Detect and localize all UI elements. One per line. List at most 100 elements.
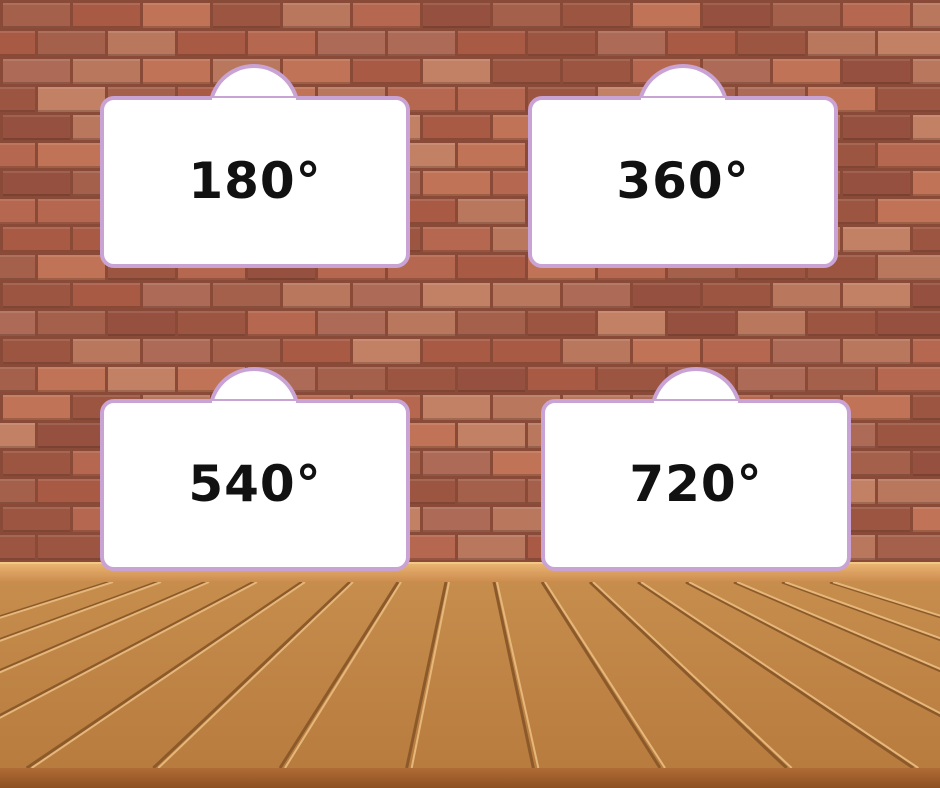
brick [668, 311, 735, 336]
brick [843, 227, 910, 252]
plank-seam [540, 582, 662, 768]
brick [563, 339, 630, 364]
brick [458, 479, 525, 504]
brick [423, 507, 490, 532]
brick [318, 31, 385, 56]
brick [633, 339, 700, 364]
brick [388, 311, 455, 336]
brick [423, 115, 490, 140]
brick [913, 171, 940, 196]
answer-option-4[interactable]: 720° [541, 367, 851, 571]
plank-seam [152, 582, 352, 768]
brick [353, 3, 420, 28]
brick [633, 3, 700, 28]
brick [423, 227, 490, 252]
brick [458, 199, 525, 224]
brick [458, 87, 525, 112]
brick [458, 423, 525, 448]
brick [738, 311, 805, 336]
plank-highlight [688, 582, 940, 715]
brick [633, 283, 700, 308]
plank-highlight [736, 582, 940, 670]
brick [423, 395, 490, 420]
brick [913, 339, 940, 364]
brick [143, 283, 210, 308]
floor-planks [0, 582, 940, 768]
brick [73, 339, 140, 364]
brick [843, 59, 910, 84]
brick [0, 367, 35, 392]
plank-highlight [592, 582, 793, 768]
brick [423, 171, 490, 196]
brick [143, 3, 210, 28]
brick [878, 87, 940, 112]
brick [353, 339, 420, 364]
brick [248, 311, 315, 336]
brick [3, 115, 70, 140]
option-label: 360° [616, 152, 750, 210]
brick [38, 311, 105, 336]
brick [0, 311, 35, 336]
brick [38, 423, 105, 448]
brick [738, 31, 805, 56]
brick [913, 451, 940, 476]
brick [843, 395, 910, 420]
brick [0, 143, 35, 168]
floor-edge [0, 768, 940, 788]
answer-option-2[interactable]: 360° [528, 64, 838, 268]
brick [493, 339, 560, 364]
brick [213, 3, 280, 28]
brick [493, 283, 560, 308]
answer-option-1[interactable]: 180° [100, 64, 410, 268]
plank-seam [278, 582, 400, 768]
brick [878, 535, 940, 560]
brick [878, 31, 940, 56]
plank-seam [492, 582, 535, 768]
plank-seam [0, 582, 207, 673]
plank-highlight [0, 582, 258, 719]
brick [38, 87, 105, 112]
plank-seam [733, 582, 940, 673]
option-label: 720° [629, 455, 763, 513]
brick [843, 507, 910, 532]
brick [38, 199, 105, 224]
plank-seam [637, 582, 915, 768]
brick [878, 143, 940, 168]
brick [213, 283, 280, 308]
brick [3, 507, 70, 532]
brick [38, 535, 105, 560]
brick [598, 31, 665, 56]
brick [878, 479, 940, 504]
plank-seam [405, 582, 448, 768]
answer-option-3[interactable]: 540° [100, 367, 410, 571]
brick [458, 143, 525, 168]
brick [878, 423, 940, 448]
option-label: 180° [188, 152, 322, 210]
plank-highlight [640, 582, 919, 768]
brick [458, 311, 525, 336]
brick [318, 311, 385, 336]
plank-highlight [157, 582, 354, 768]
brick [0, 31, 35, 56]
brick [458, 255, 525, 280]
brick [108, 311, 175, 336]
brick [0, 423, 35, 448]
brick [703, 339, 770, 364]
brick [703, 283, 770, 308]
brick [283, 283, 350, 308]
brick [0, 87, 35, 112]
brick [38, 143, 105, 168]
brick [38, 367, 105, 392]
brick [528, 31, 595, 56]
brick [3, 451, 70, 476]
brick [3, 395, 70, 420]
brick [0, 479, 35, 504]
brick [563, 3, 630, 28]
brick [0, 535, 35, 560]
brick [3, 339, 70, 364]
brick [423, 59, 490, 84]
option-label: 540° [188, 455, 322, 513]
brick [528, 311, 595, 336]
plank-highlight [544, 582, 666, 768]
brick [458, 535, 525, 560]
